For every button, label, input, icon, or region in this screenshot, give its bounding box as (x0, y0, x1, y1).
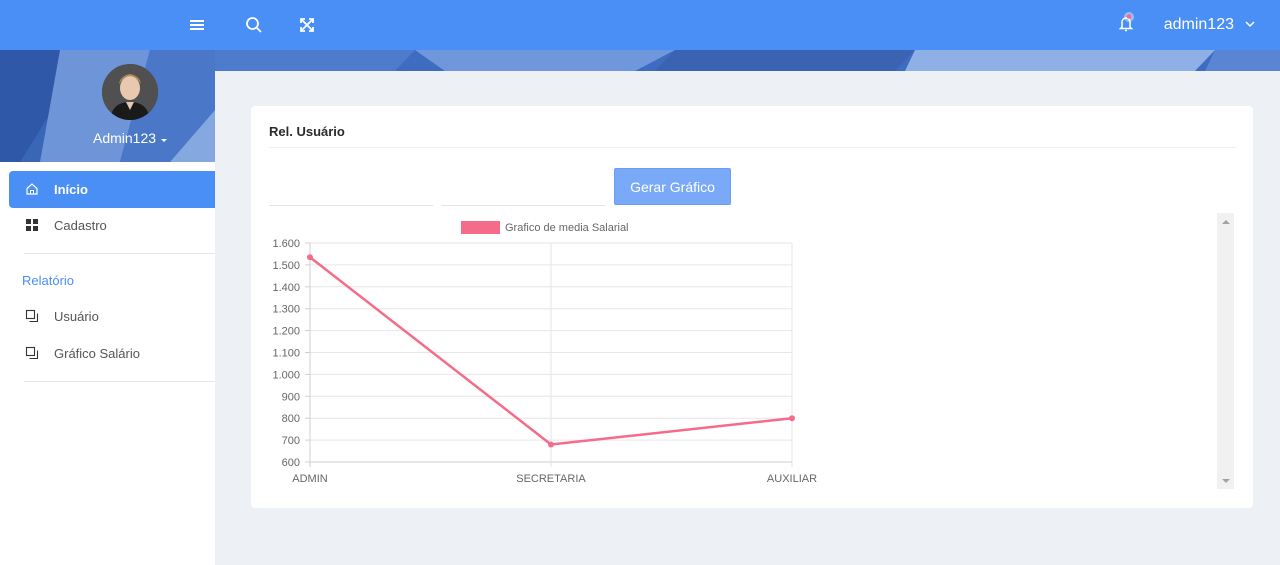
profile-panel: Admin123 (0, 50, 215, 162)
copy-icon (25, 346, 39, 360)
generate-chart-button[interactable]: Gerar Gráfico (614, 168, 731, 205)
bell-icon[interactable] (1115, 12, 1137, 34)
profile-name[interactable]: Admin123 (93, 130, 156, 146)
copy-icon (25, 309, 39, 323)
chart-scrollbar[interactable] (1217, 213, 1234, 489)
sidebar-item-label: Cadastro (54, 218, 107, 233)
card-divider (269, 147, 1236, 148)
home-icon (25, 182, 39, 196)
y-tick-label: 1.100 (272, 348, 300, 360)
sidebar: Admin123 Início Cadastro Relatório Usuár… (0, 50, 215, 565)
search-icon[interactable] (243, 14, 265, 36)
chart-canvas: 1.600 1.500 1.400 1.300 1.200 1.100 1.000 900 80… (272, 221, 817, 485)
scroll-up-arrow-icon[interactable] (1217, 213, 1234, 230)
sidebar-divider (24, 381, 215, 382)
y-tick-label: 1.200 (272, 326, 300, 338)
y-tick-label: 1.300 (272, 304, 300, 316)
y-tick-label: 1.400 (272, 282, 300, 294)
card-title: Rel. Usuário (269, 124, 345, 139)
x-tick-label: AUXILIAR (767, 473, 817, 485)
salary-chart: 1.600 1.500 1.400 1.300 1.200 1.100 1.000 900 80… (269, 213, 1221, 489)
sidebar-item-cadastro[interactable]: Cadastro (9, 207, 215, 244)
chevron-down-icon[interactable] (1244, 17, 1256, 35)
legend-label: Grafico de media Salarial (505, 222, 629, 234)
legend-swatch (461, 221, 500, 234)
sidebar-item-label: Início (54, 182, 88, 197)
filter-input-2[interactable] (441, 168, 605, 206)
caret-down-icon[interactable] (159, 132, 169, 150)
sidebar-section-title: Relatório (22, 273, 75, 288)
sidebar-item-label: Gráfico Salário (54, 346, 140, 361)
report-card: Rel. Usuário Gerar Gráfico 1.600 1.500 1.4… (251, 106, 1253, 508)
y-tick-label: 700 (282, 435, 300, 447)
scroll-down-arrow-icon[interactable] (1217, 472, 1234, 489)
sidebar-item-inicio[interactable]: Início (9, 171, 215, 208)
y-tick-label: 1.500 (272, 260, 300, 272)
x-tick-label: SECRETARIA (516, 473, 586, 485)
sidebar-divider (24, 253, 215, 254)
data-point (548, 441, 554, 448)
top-navbar: admin123 (0, 0, 1280, 50)
y-tick-label: 600 (282, 457, 300, 469)
data-point (789, 415, 795, 422)
grid-icon (25, 218, 39, 232)
filter-input-1[interactable] (269, 168, 433, 206)
y-tick-label: 800 (282, 413, 300, 425)
sidebar-item-usuario[interactable]: Usuário (9, 298, 215, 335)
fullscreen-icon[interactable] (296, 14, 318, 36)
y-tick-label: 900 (282, 391, 300, 403)
data-point (307, 254, 313, 261)
sidebar-item-grafico-salario[interactable]: Gráfico Salário (9, 335, 215, 372)
avatar[interactable] (102, 64, 158, 120)
header-banner (215, 50, 1280, 71)
sidebar-item-label: Usuário (54, 309, 99, 324)
y-tick-label: 1.000 (272, 369, 300, 381)
menu-icon[interactable] (186, 14, 208, 36)
user-menu-label[interactable]: admin123 (1164, 16, 1234, 34)
x-tick-label: ADMIN (292, 473, 328, 485)
y-tick-label: 1.600 (272, 238, 300, 250)
